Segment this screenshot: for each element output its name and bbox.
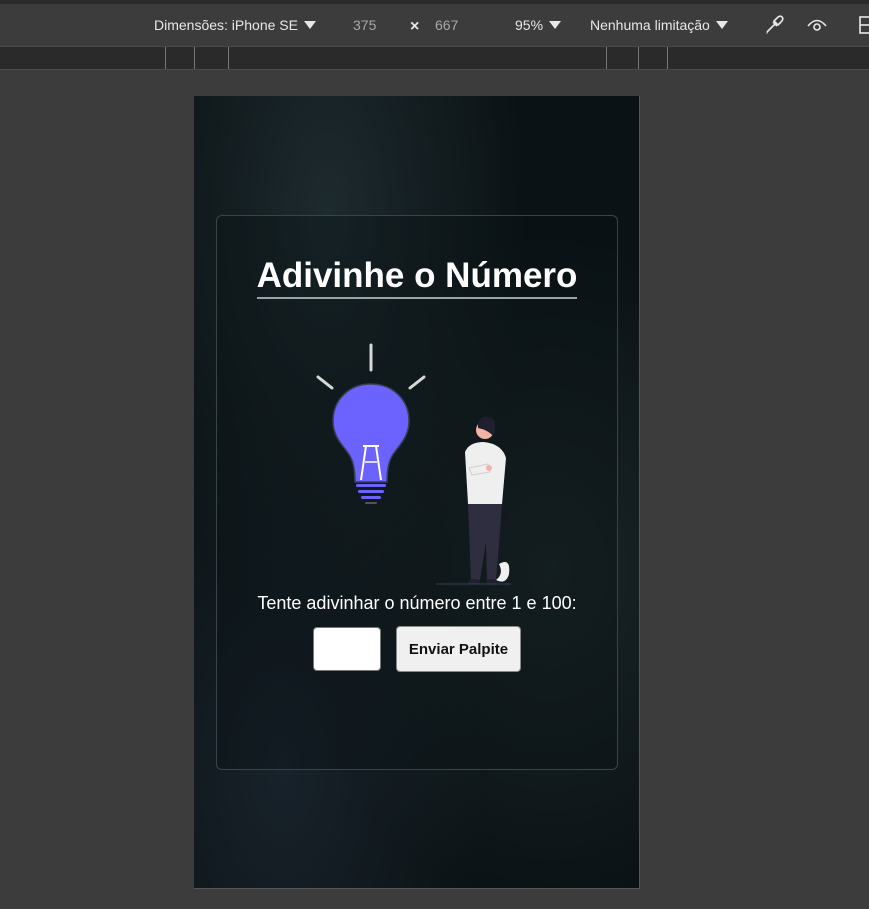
height-value: 667: [435, 17, 459, 33]
width-input[interactable]: 375: [353, 17, 376, 33]
throttling-label: Nenhuma limitação: [590, 17, 710, 33]
dimensions-dropdown[interactable]: Dimensões: iPhone SE: [154, 17, 316, 33]
toolbar-top-border: [0, 0, 869, 4]
ruler-tick: [194, 47, 195, 69]
color-picker-button[interactable]: [763, 14, 785, 36]
dimensions-label: Dimensões: iPhone SE: [154, 17, 298, 33]
devtools-toolbar: Dimensões: iPhone SE 375 × 667 95% Nenhu…: [0, 0, 869, 46]
ruler-tick: [606, 47, 607, 69]
device-viewport: Adivinhe o Número Tente adivinhar o núme…: [194, 96, 640, 889]
width-value: 375: [353, 17, 377, 33]
instructions-text: Tente adivinhar o número entre 1 e 100:: [257, 593, 577, 613]
eyedropper-icon: [766, 15, 784, 34]
throttling-dropdown[interactable]: Nenhuma limitação: [590, 17, 728, 33]
eye-icon: [807, 19, 827, 31]
page-title: Adivinhe o Número: [217, 256, 617, 299]
ruler-tick: [638, 47, 639, 69]
dimension-separator: ×: [410, 18, 419, 36]
lightbulb-person-illustration: [316, 343, 511, 585]
ruler-tick: [228, 47, 229, 69]
chevron-down-icon: [549, 21, 562, 29]
more-tools-button[interactable]: [858, 15, 869, 35]
chevron-down-icon: [715, 21, 728, 29]
game-card: Adivinhe o Número Tente adivinhar o núme…: [216, 215, 618, 770]
separator-text: ×: [410, 18, 420, 35]
zoom-label: 95%: [515, 17, 544, 33]
media-query-ruler: [0, 46, 869, 70]
zoom-dropdown[interactable]: 95%: [515, 17, 562, 33]
submit-guess-button[interactable]: Enviar Palpite: [396, 626, 521, 672]
rotate-icon: [859, 16, 869, 34]
height-input[interactable]: 667: [435, 17, 458, 33]
ruler-tick: [667, 47, 668, 69]
chevron-down-icon: [303, 21, 316, 29]
guess-input[interactable]: [313, 627, 381, 671]
ruler-tick: [165, 47, 166, 69]
vision-deficiency-button[interactable]: [806, 15, 828, 35]
page-title-text: Adivinhe o Número: [256, 256, 578, 299]
